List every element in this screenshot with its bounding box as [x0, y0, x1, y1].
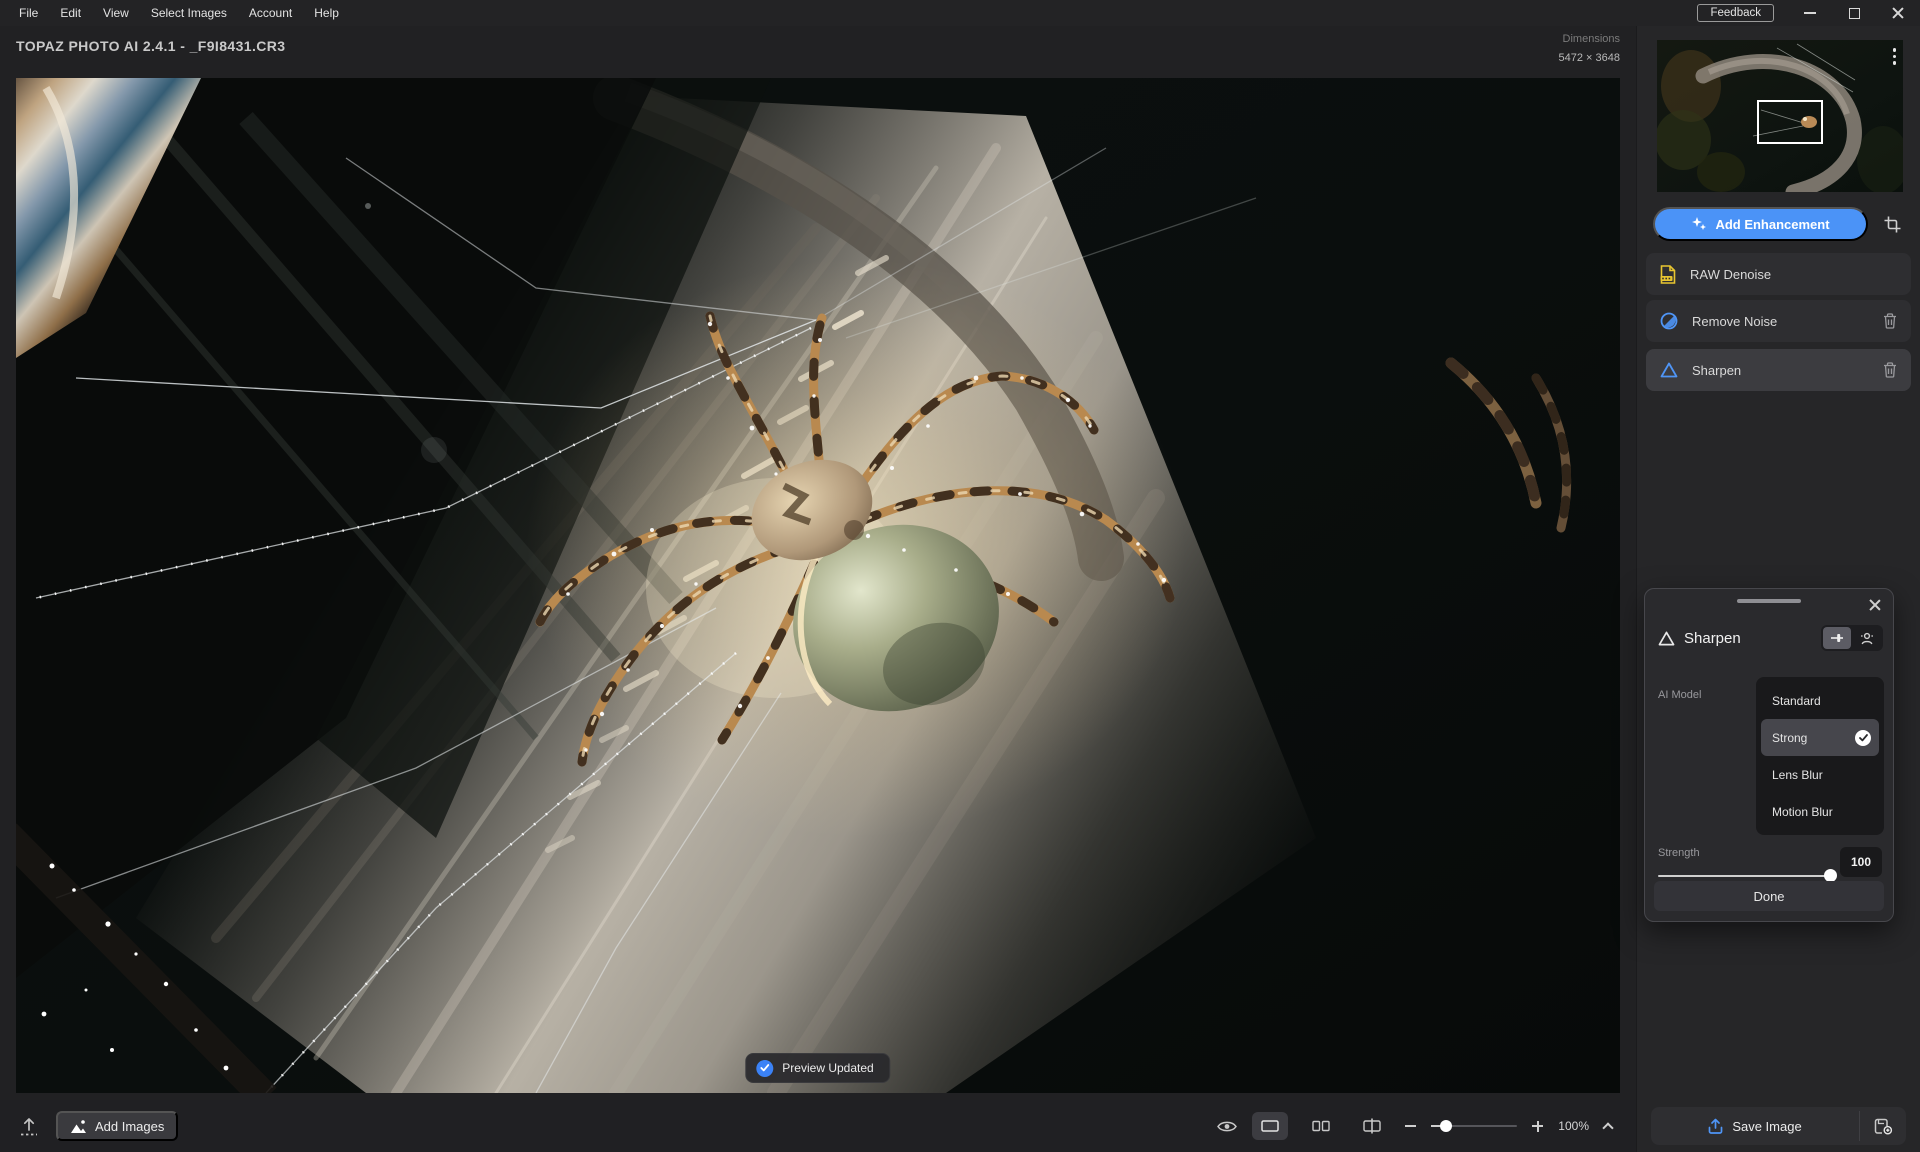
- add-images-button[interactable]: Add Images: [56, 1111, 178, 1141]
- save-settings-icon: [1874, 1118, 1893, 1135]
- main-canvas-area: TOPAZ PHOTO AI 2.4.1 - _F9I8431.CR3 Dime…: [0, 26, 1636, 1100]
- model-option-motion-blur[interactable]: Motion Blur: [1761, 793, 1879, 830]
- strength-slider[interactable]: [1658, 875, 1830, 877]
- menu-select-images[interactable]: Select Images: [140, 0, 238, 26]
- toast-label: Preview Updated: [782, 1061, 873, 1075]
- zoom-out-button[interactable]: [1405, 1125, 1416, 1127]
- remove-noise-icon: [1660, 312, 1678, 330]
- ai-model-list: Standard Strong Lens Blur Motion Blur: [1756, 677, 1884, 835]
- save-upload-icon: [1708, 1118, 1723, 1134]
- right-sidebar: Add Enhancement RAW Denoise: [1636, 26, 1920, 1100]
- photo-preview-canvas[interactable]: Preview Updated: [16, 78, 1620, 1093]
- close-icon: [1891, 6, 1905, 20]
- slider-tune-icon: [1830, 633, 1844, 643]
- view-single-button[interactable]: [1252, 1112, 1288, 1140]
- export-button[interactable]: [20, 1117, 38, 1136]
- image-dimensions: Dimensions 5472 × 3648: [1559, 30, 1620, 67]
- sharpen-icon: [1658, 631, 1675, 646]
- model-option-standard[interactable]: Standard: [1761, 682, 1879, 719]
- save-image-group: Save Image: [1651, 1107, 1906, 1145]
- split-view-icon: [1363, 1118, 1381, 1134]
- sparkles-icon: [1691, 216, 1707, 232]
- image-icon: [70, 1119, 87, 1134]
- model-option-label: Lens Blur: [1772, 768, 1823, 782]
- zoom-slider[interactable]: [1431, 1125, 1517, 1127]
- chevron-up-icon[interactable]: [1602, 1122, 1613, 1133]
- dimensions-label: Dimensions: [1559, 30, 1620, 49]
- model-option-label: Strong: [1772, 731, 1807, 745]
- menu-file[interactable]: File: [8, 0, 49, 26]
- maximize-button[interactable]: [1832, 0, 1876, 26]
- selected-check-icon: [1855, 730, 1871, 746]
- model-option-label: Standard: [1772, 694, 1821, 708]
- page-title: TOPAZ PHOTO AI 2.4.1 - _F9I8431.CR3: [16, 38, 285, 54]
- model-option-lens-blur[interactable]: Lens Blur: [1761, 756, 1879, 793]
- manual-settings-toggle[interactable]: [1823, 627, 1851, 649]
- done-button[interactable]: Done: [1654, 881, 1884, 911]
- zoom-percentage[interactable]: 100%: [1558, 1119, 1589, 1133]
- autopilot-person-icon: [1860, 632, 1874, 645]
- ai-model-label: AI Model: [1658, 689, 1701, 701]
- save-image-button[interactable]: Save Image: [1651, 1107, 1859, 1145]
- sharpen-icon: [1660, 362, 1678, 378]
- maximize-icon: [1849, 8, 1860, 19]
- model-option-label: Motion Blur: [1772, 805, 1833, 819]
- model-option-strong[interactable]: Strong: [1761, 719, 1879, 756]
- export-upload-icon: [20, 1117, 38, 1136]
- add-enhancement-button[interactable]: Add Enhancement: [1653, 207, 1868, 241]
- trash-icon[interactable]: [1883, 313, 1897, 329]
- panel-mode-toggle: [1821, 625, 1883, 651]
- menu-edit[interactable]: Edit: [49, 0, 92, 26]
- save-settings-button[interactable]: [1860, 1107, 1906, 1145]
- panel-close-icon[interactable]: [1865, 595, 1885, 615]
- enhancement-raw-denoise[interactable]: RAW Denoise: [1646, 253, 1911, 295]
- menu-account[interactable]: Account: [238, 0, 303, 26]
- menu-help[interactable]: Help: [303, 0, 350, 26]
- add-images-label: Add Images: [95, 1119, 164, 1134]
- close-button[interactable]: [1876, 0, 1920, 26]
- navigator-thumbnail[interactable]: [1657, 40, 1903, 192]
- topaz-photo-ai-window: File Edit View Select Images Account Hel…: [0, 0, 1920, 1152]
- minimize-button[interactable]: [1788, 0, 1832, 26]
- single-view-icon: [1261, 1120, 1279, 1132]
- preview-eye-icon[interactable]: [1217, 1120, 1237, 1133]
- menu-view[interactable]: View: [92, 0, 140, 26]
- save-image-label: Save Image: [1732, 1119, 1801, 1134]
- check-circle-icon: [756, 1060, 773, 1077]
- menu-bar: File Edit View Select Images Account Hel…: [0, 0, 1920, 26]
- spider-photo: [16, 78, 1620, 1093]
- autopilot-toggle[interactable]: [1853, 627, 1881, 649]
- side-by-side-view-icon: [1312, 1120, 1330, 1132]
- strength-label: Strength: [1658, 847, 1700, 859]
- panel-drag-handle[interactable]: [1737, 599, 1801, 603]
- crop-icon: [1884, 216, 1901, 233]
- thumbnail-more-menu-icon[interactable]: [1893, 48, 1897, 65]
- panel-title: Sharpen: [1684, 630, 1812, 647]
- zoom-slider-knob[interactable]: [1440, 1120, 1452, 1132]
- sharpen-settings-panel: Sharpen: [1644, 588, 1894, 922]
- view-split-button[interactable]: [1354, 1112, 1390, 1140]
- navigator-viewport-box[interactable]: [1757, 100, 1823, 144]
- trash-icon[interactable]: [1883, 362, 1897, 378]
- zoom-in-button[interactable]: [1532, 1121, 1543, 1132]
- add-enhancement-label: Add Enhancement: [1715, 217, 1829, 232]
- preview-updated-toast: Preview Updated: [745, 1053, 890, 1083]
- feedback-button[interactable]: Feedback: [1697, 4, 1774, 22]
- minimize-icon: [1804, 12, 1816, 14]
- dimensions-value: 5472 × 3648: [1559, 49, 1620, 68]
- enhancement-label: RAW Denoise: [1690, 267, 1897, 282]
- view-side-by-side-button[interactable]: [1303, 1112, 1339, 1140]
- crop-button[interactable]: [1872, 207, 1912, 241]
- enhancement-label: Sharpen: [1692, 363, 1869, 378]
- raw-file-icon: [1660, 265, 1676, 284]
- enhancement-remove-noise[interactable]: Remove Noise: [1646, 300, 1911, 342]
- enhancement-label: Remove Noise: [1692, 314, 1869, 329]
- enhancement-sharpen[interactable]: Sharpen: [1646, 349, 1911, 391]
- bottom-toolbar: Add Images: [0, 1100, 1920, 1152]
- strength-value[interactable]: 100: [1840, 847, 1882, 877]
